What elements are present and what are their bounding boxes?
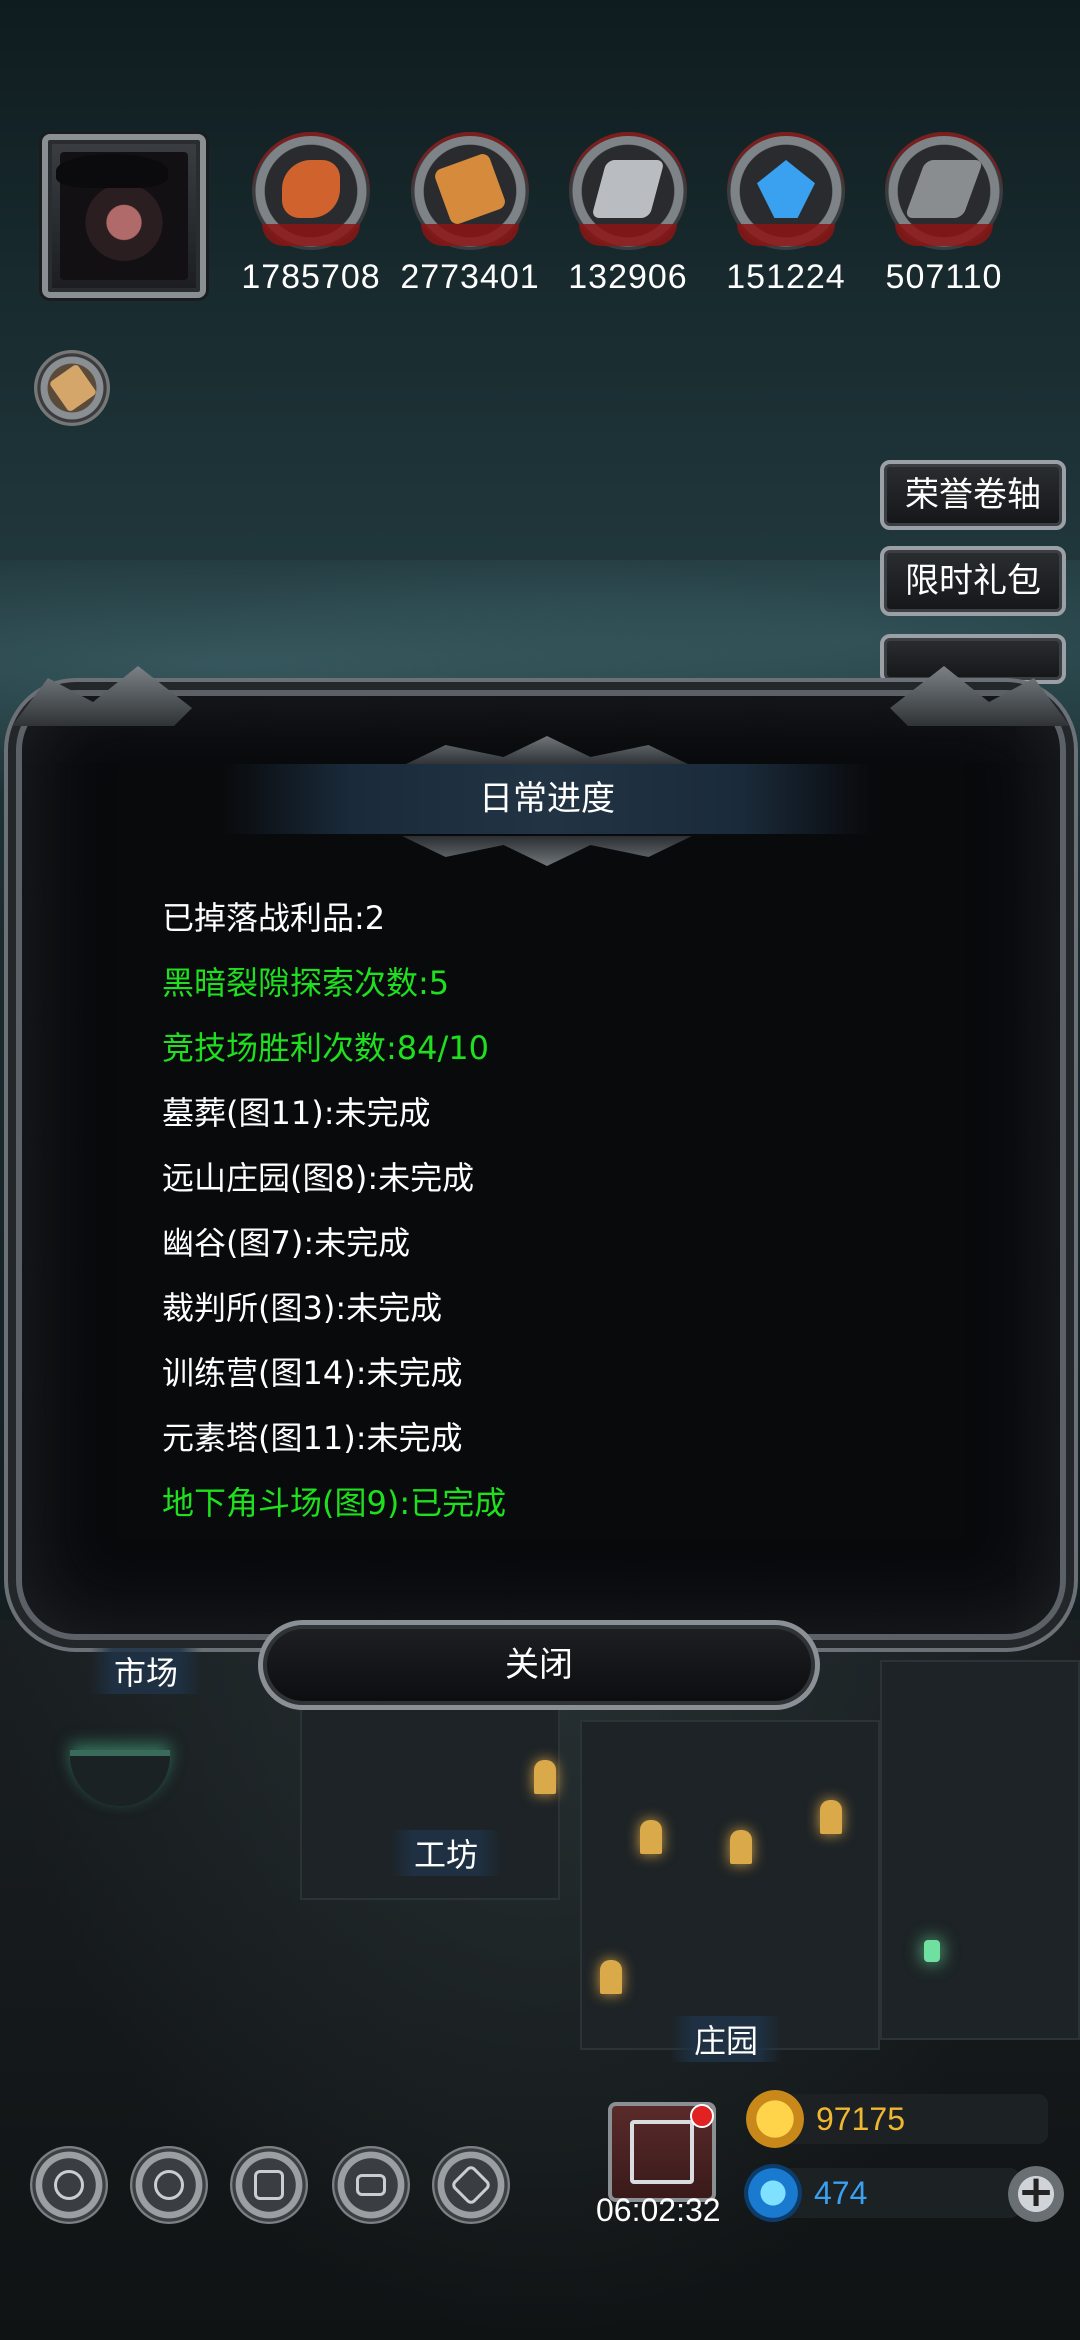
scroll-button[interactable] [34, 350, 110, 426]
market-label[interactable]: 市场 [90, 1648, 203, 1694]
scroll-icon [48, 363, 98, 413]
resource-crystal[interactable]: 151224 [711, 132, 861, 297]
resource-meat[interactable]: 1785708 [236, 132, 386, 297]
crystal-icon [727, 132, 845, 250]
notification-dot [690, 2104, 714, 2128]
castle-gate-icon[interactable] [230, 2146, 308, 2224]
title-ornament-bottom [402, 836, 692, 866]
progress-item: 训练营(图14):未完成 [162, 1354, 463, 1392]
add-currency-button[interactable]: + [1008, 2166, 1064, 2222]
player-avatar[interactable] [42, 134, 206, 298]
progress-item: 黑暗裂隙探索次数:5 [162, 964, 450, 1002]
progress-item: 元素塔(图11):未完成 [162, 1419, 463, 1457]
lit-window [730, 1830, 752, 1864]
honor-scroll-button[interactable]: 荣誉卷轴 [880, 460, 1066, 530]
progress-item: 裁判所(图3):未完成 [162, 1289, 443, 1327]
daily-progress-dialog: 日常进度 已掉落战利品:2 黑暗裂隙探索次数:5 竞技场胜利次数:84/10 墓… [12, 666, 1066, 1640]
metal-bars-icon [885, 132, 1003, 250]
progress-item: 幽谷(图7):未完成 [162, 1224, 411, 1262]
progress-list[interactable]: 已掉落战利品:2 黑暗裂隙探索次数:5 竞技场胜利次数:84/10 墓葬(图11… [162, 886, 982, 1551]
resource-value: 507110 [885, 258, 1003, 296]
progress-item: 墓葬(图11):未完成 [162, 1094, 431, 1132]
resource-value: 2773401 [400, 258, 540, 296]
resource-iron[interactable]: 132906 [553, 132, 703, 297]
background-town [0, 1620, 1080, 2340]
partially-hidden-button[interactable] [880, 634, 1066, 684]
avatar-hat [56, 154, 168, 188]
resource-value: 151224 [726, 258, 846, 296]
street-lamp [924, 1940, 940, 1962]
gift-timer: 06:02:32 [596, 2192, 721, 2228]
resource-wood[interactable]: 2773401 [395, 132, 545, 297]
meat-icon [252, 132, 370, 250]
handshake-icon[interactable] [432, 2146, 510, 2224]
manor-label[interactable]: 庄园 [670, 2016, 783, 2062]
building [580, 1720, 880, 2050]
title-ornament-top [402, 736, 692, 766]
building [880, 1660, 1080, 2040]
close-button[interactable]: 关闭 [258, 1620, 820, 1710]
limited-gift-button[interactable]: 限时礼包 [880, 546, 1066, 616]
resource-value: 132906 [568, 258, 688, 296]
lit-window [534, 1760, 556, 1794]
progress-item: 竞技场胜利次数:84/10 [162, 1029, 490, 1067]
lit-window [600, 1960, 622, 1994]
wood-planks-icon [411, 132, 529, 250]
lit-window [820, 1800, 842, 1834]
star-badge-icon[interactable] [130, 2146, 208, 2224]
iron-ingot-icon [569, 132, 687, 250]
settings-gear-icon[interactable] [30, 2146, 108, 2224]
progress-item: 已掉落战利品:2 [162, 899, 386, 937]
mail-icon[interactable] [332, 2146, 410, 2224]
gold-coin-icon [746, 2090, 804, 2148]
progress-item: 远山庄园(图8):未完成 [162, 1159, 475, 1197]
lit-window [640, 1820, 662, 1854]
progress-item: 地下角斗场(图9):已完成 [162, 1484, 507, 1522]
resource-value: 1785708 [241, 258, 381, 296]
workshop-label[interactable]: 工坊 [390, 1830, 503, 1876]
resource-metal[interactable]: 507110 [869, 132, 1019, 297]
gift-icon [630, 2120, 694, 2184]
gem-icon [744, 2164, 802, 2222]
dialog-title: 日常进度 [222, 764, 872, 834]
